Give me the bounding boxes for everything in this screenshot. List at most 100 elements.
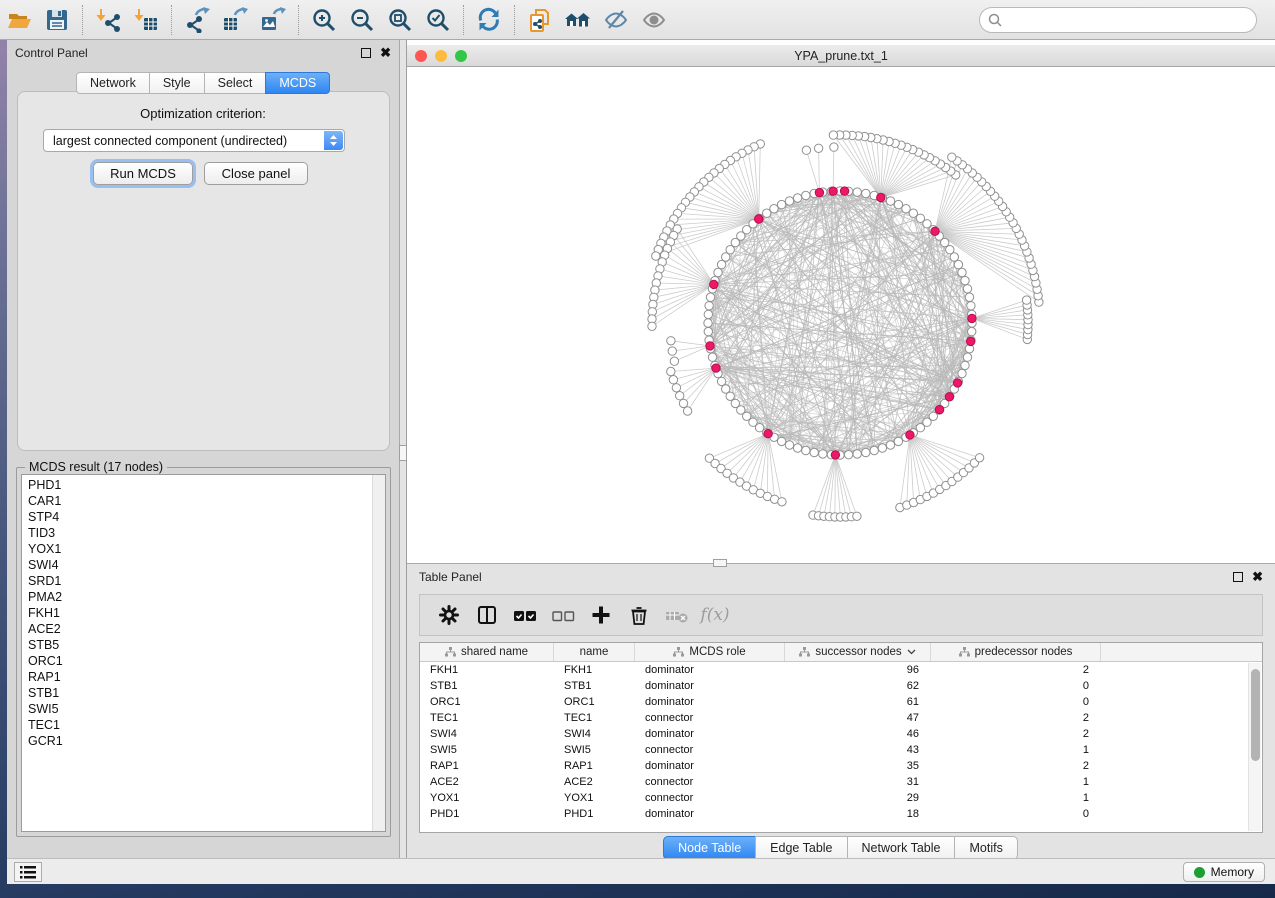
table-cell: 96 — [785, 664, 931, 676]
mcds-result-item[interactable]: SWI4 — [28, 557, 385, 573]
export-network-button[interactable] — [178, 3, 216, 37]
table-cell: 47 — [785, 712, 931, 724]
table-row[interactable]: PHD1PHD1dominator180 — [420, 806, 1262, 822]
tab-select[interactable]: Select — [204, 72, 267, 94]
select-all-rows-button[interactable] — [506, 598, 544, 632]
run-mcds-button[interactable]: Run MCDS — [93, 162, 193, 185]
tab-style[interactable]: Style — [149, 72, 205, 94]
control-panel-header: Control Panel ✖ — [7, 40, 399, 66]
mcds-result-item[interactable]: TID3 — [28, 525, 385, 541]
table-row[interactable]: ORC1ORC1dominator610 — [420, 694, 1262, 710]
mcds-result-title: MCDS result (17 nodes) — [25, 460, 167, 474]
refresh-button[interactable] — [470, 3, 508, 37]
refresh-icon — [476, 7, 502, 33]
home-button[interactable] — [559, 3, 597, 37]
table-cell: SWI5 — [554, 744, 635, 756]
table-settings-button[interactable] — [430, 598, 468, 632]
table-row[interactable]: FKH1FKH1dominator962 — [420, 662, 1262, 678]
table-cell: SWI5 — [420, 744, 554, 756]
table-row[interactable]: YOX1YOX1connector291 — [420, 790, 1262, 806]
mcds-result-item[interactable]: CAR1 — [28, 493, 385, 509]
mcds-result-item[interactable]: SWI5 — [28, 701, 385, 717]
tab-edge-table[interactable]: Edge Table — [755, 836, 847, 860]
show-columns-button[interactable] — [468, 598, 506, 632]
table-scrollbar[interactable] — [1248, 663, 1261, 831]
clone-network-button[interactable] — [521, 3, 559, 37]
mcds-result-item[interactable]: RAP1 — [28, 669, 385, 685]
zoom-in-button[interactable] — [305, 3, 343, 37]
tab-motifs[interactable]: Motifs — [954, 836, 1017, 860]
search-box[interactable] — [979, 7, 1257, 33]
tab-network[interactable]: Network — [76, 72, 150, 94]
column-header-shared-name[interactable]: shared name — [420, 643, 554, 661]
close-panel-icon[interactable]: ✖ — [380, 48, 391, 58]
column-header-name[interactable]: name — [554, 643, 635, 661]
splitter-grabber[interactable] — [399, 445, 407, 461]
tab-network-table[interactable]: Network Table — [847, 836, 956, 860]
mcds-result-item[interactable]: GCR1 — [28, 733, 385, 749]
vertical-splitter[interactable] — [400, 40, 407, 858]
open-folder-icon — [6, 7, 32, 33]
search-input[interactable] — [1007, 13, 1256, 27]
column-header-predecessor-nodes[interactable]: predecessor nodes — [931, 643, 1101, 661]
mcds-result-item[interactable]: ORC1 — [28, 653, 385, 669]
float-window-icon[interactable] — [361, 48, 371, 58]
save-session-button[interactable] — [38, 3, 76, 37]
mcds-result-list[interactable]: PHD1CAR1STP4TID3YOX1SWI4SRD1PMA2FKH1ACE2… — [21, 474, 386, 832]
zoom-out-button[interactable] — [343, 3, 381, 37]
mcds-result-item[interactable]: TEC1 — [28, 717, 385, 733]
mcds-result-item[interactable]: YOX1 — [28, 541, 385, 557]
table-cell: RAP1 — [420, 760, 554, 772]
memory-button[interactable]: Memory — [1183, 862, 1265, 882]
table-cell: SWI4 — [554, 728, 635, 740]
table-cell: STB1 — [420, 680, 554, 692]
mcds-result-item[interactable]: PMA2 — [28, 589, 385, 605]
table-panel-header: Table Panel ✖ — [407, 564, 1275, 590]
zoom-fit-button[interactable] — [381, 3, 419, 37]
zoom-selected-button[interactable] — [419, 3, 457, 37]
table-cell: 18 — [785, 808, 931, 820]
horizontal-splitter-grabber[interactable] — [713, 559, 727, 567]
open-session-button[interactable] — [0, 3, 38, 37]
column-header-MCDS-role[interactable]: MCDS role — [635, 643, 785, 661]
table-row[interactable]: SWI4SWI4dominator462 — [420, 726, 1262, 742]
mcds-list-scrollbar[interactable] — [372, 475, 385, 831]
table-scrollbar-thumb[interactable] — [1251, 669, 1260, 761]
mcds-result-item[interactable]: STB1 — [28, 685, 385, 701]
network-titlebar[interactable]: YPA_prune.txt_1 — [407, 45, 1275, 67]
close-panel-button[interactable]: Close panel — [204, 162, 308, 185]
export-table-button[interactable] — [216, 3, 254, 37]
import-table-button[interactable] — [127, 3, 165, 37]
table-cell: dominator — [635, 728, 785, 740]
import-network-button[interactable] — [89, 3, 127, 37]
show-panels-button[interactable] — [635, 3, 673, 37]
mcds-result-item[interactable]: SRD1 — [28, 573, 385, 589]
column-header-successor-nodes[interactable]: successor nodes — [785, 643, 931, 661]
network-canvas[interactable] — [407, 67, 1275, 563]
column-type-icon — [673, 647, 684, 657]
mcds-result-item[interactable]: PHD1 — [28, 477, 385, 493]
mcds-result-item[interactable]: ACE2 — [28, 621, 385, 637]
close-panel-icon[interactable]: ✖ — [1252, 572, 1263, 582]
import-table-icon — [133, 7, 159, 33]
table-row[interactable]: SWI5SWI5connector431 — [420, 742, 1262, 758]
hide-panels-button[interactable] — [597, 3, 635, 37]
delete-column-button[interactable] — [620, 598, 658, 632]
table-row[interactable]: RAP1RAP1dominator352 — [420, 758, 1262, 774]
table-row[interactable]: ACE2ACE2connector311 — [420, 774, 1262, 790]
mcds-result-item[interactable]: STP4 — [28, 509, 385, 525]
log-console-button[interactable] — [14, 862, 42, 882]
float-window-icon[interactable] — [1233, 572, 1243, 582]
tab-mcds[interactable]: MCDS — [265, 72, 330, 94]
add-column-button[interactable] — [582, 598, 620, 632]
column-header-filler — [1101, 643, 1262, 661]
mcds-result-item[interactable]: FKH1 — [28, 605, 385, 621]
optimization-dropdown[interactable]: largest connected component (undirected) — [43, 129, 345, 152]
mcds-result-item[interactable]: STB5 — [28, 637, 385, 653]
tab-node-table[interactable]: Node Table — [663, 836, 756, 860]
table-row[interactable]: STB1STB1dominator620 — [420, 678, 1262, 694]
memory-status-icon — [1194, 867, 1205, 878]
table-row[interactable]: TEC1TEC1connector472 — [420, 710, 1262, 726]
export-image-button[interactable] — [254, 3, 292, 37]
deselect-all-rows-button[interactable] — [544, 598, 582, 632]
